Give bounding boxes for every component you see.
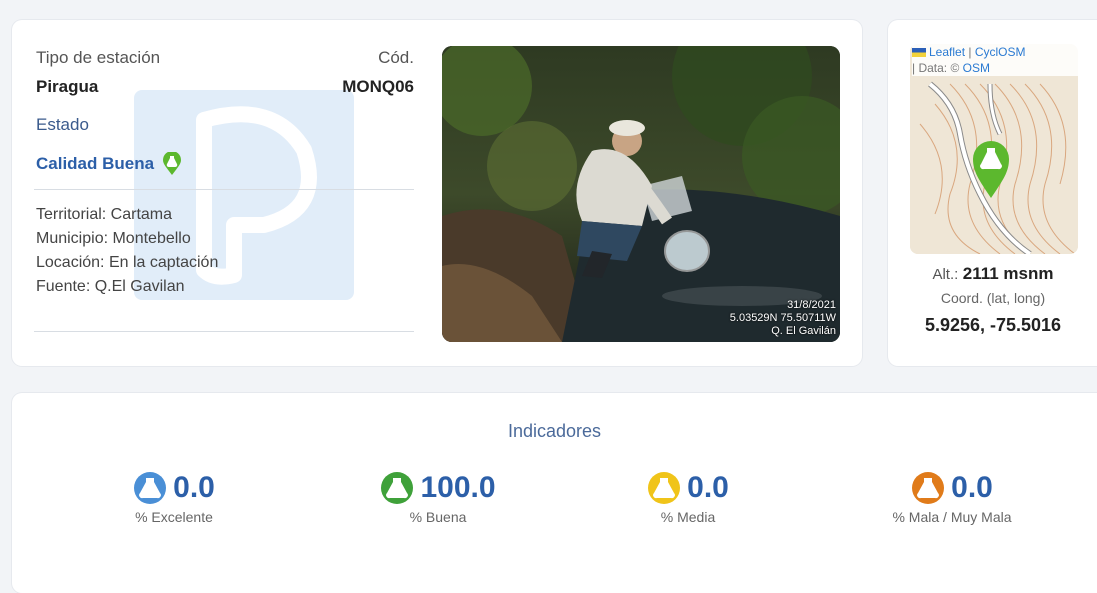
station-photo[interactable]: 31/8/2021 5.03529N 75.50711W Q. El Gavil… [442, 46, 840, 342]
indicator-label: % Mala / Muy Mala [892, 509, 1012, 525]
divider-bottom [34, 331, 414, 332]
leaflet-link[interactable]: Leaflet [929, 45, 965, 59]
calidad-value: Calidad Buena [36, 154, 155, 173]
cyclosm-link[interactable]: CyclOSM [975, 45, 1026, 59]
photo-stamp-coords: 5.03529N 75.50711W [729, 312, 836, 324]
indicator-media: 0.0 % Media [588, 471, 788, 525]
indicator-value: 100.0 [420, 471, 496, 504]
indicator-excelente: 0.0 % Excelente [74, 471, 274, 525]
altitude-row: Alt.: 2111 msnm [888, 264, 1097, 284]
indicator-value: 0.0 [951, 471, 993, 504]
map-card: Leaflet | CyclOSM | Data: © OSM Alt.: 21… [888, 20, 1097, 366]
indicator-label: % Media [660, 509, 716, 525]
indicator-label: % Buena [409, 509, 467, 525]
tipo-value: Piragua [36, 77, 99, 96]
photo-stamp: 31/8/2021 5.03529N 75.50711W Q. El Gavil… [730, 299, 836, 338]
photo-stamp-date: 31/8/2021 [787, 299, 836, 311]
calidad-row: Calidad Buena [36, 152, 182, 176]
flask-green-icon [381, 472, 414, 504]
indicator-label: % Excelente [135, 509, 213, 525]
coord-value: 5.9256, -75.5016 [924, 315, 1062, 335]
attrib-data-text: | Data: © [912, 61, 963, 75]
cod-value: MONQ06 [342, 77, 414, 96]
indicators-card: Indicadores 0.0 % Excelente 100.0 % Buen… [12, 393, 1097, 593]
ukraine-flag-icon [912, 48, 926, 58]
attrib-separator: | [965, 45, 975, 59]
map-marker-icon [163, 152, 182, 175]
tipo-label: Tipo de estación [36, 48, 161, 67]
alt-value: 2111 msnm [962, 264, 1054, 283]
divider-top [34, 189, 414, 190]
indicator-buena: 100.0 % Buena [338, 471, 538, 525]
photo-stamp-place: Q. El Gavilán [771, 325, 836, 337]
territorial-text: Territorial: Cartama [36, 206, 173, 223]
indicator-mala: 0.0 % Mala / Muy Mala [852, 471, 1052, 525]
station-photo-image [442, 46, 840, 342]
coord-label: Coord. (lat, long) [940, 290, 1046, 306]
flask-orange-icon [912, 472, 945, 504]
indicator-value: 0.0 [687, 471, 729, 504]
details-list: Territorial: Cartama Municipio: Montebel… [36, 203, 218, 299]
fuente-text: Fuente: Q.El Gavilan [36, 278, 185, 295]
station-map-marker-icon[interactable] [972, 140, 1010, 200]
municipio-text: Municipio: Montebello [36, 230, 191, 247]
station-card: Tipo de estación Cód. Piragua MONQ06 Est… [12, 20, 862, 366]
locacion-text: Locación: En la captación [36, 254, 219, 271]
osm-link[interactable]: OSM [963, 61, 990, 75]
estado-label: Estado [36, 115, 89, 134]
map-attribution: Leaflet | CyclOSM | Data: © OSM [912, 44, 1082, 76]
indicators-title: Indicadores [507, 421, 602, 441]
indicator-value: 0.0 [173, 471, 215, 504]
cod-label: Cód. [378, 48, 414, 67]
alt-label: Alt.: [932, 266, 959, 283]
flask-blue-icon [134, 472, 167, 504]
flask-yellow-icon [648, 472, 681, 504]
